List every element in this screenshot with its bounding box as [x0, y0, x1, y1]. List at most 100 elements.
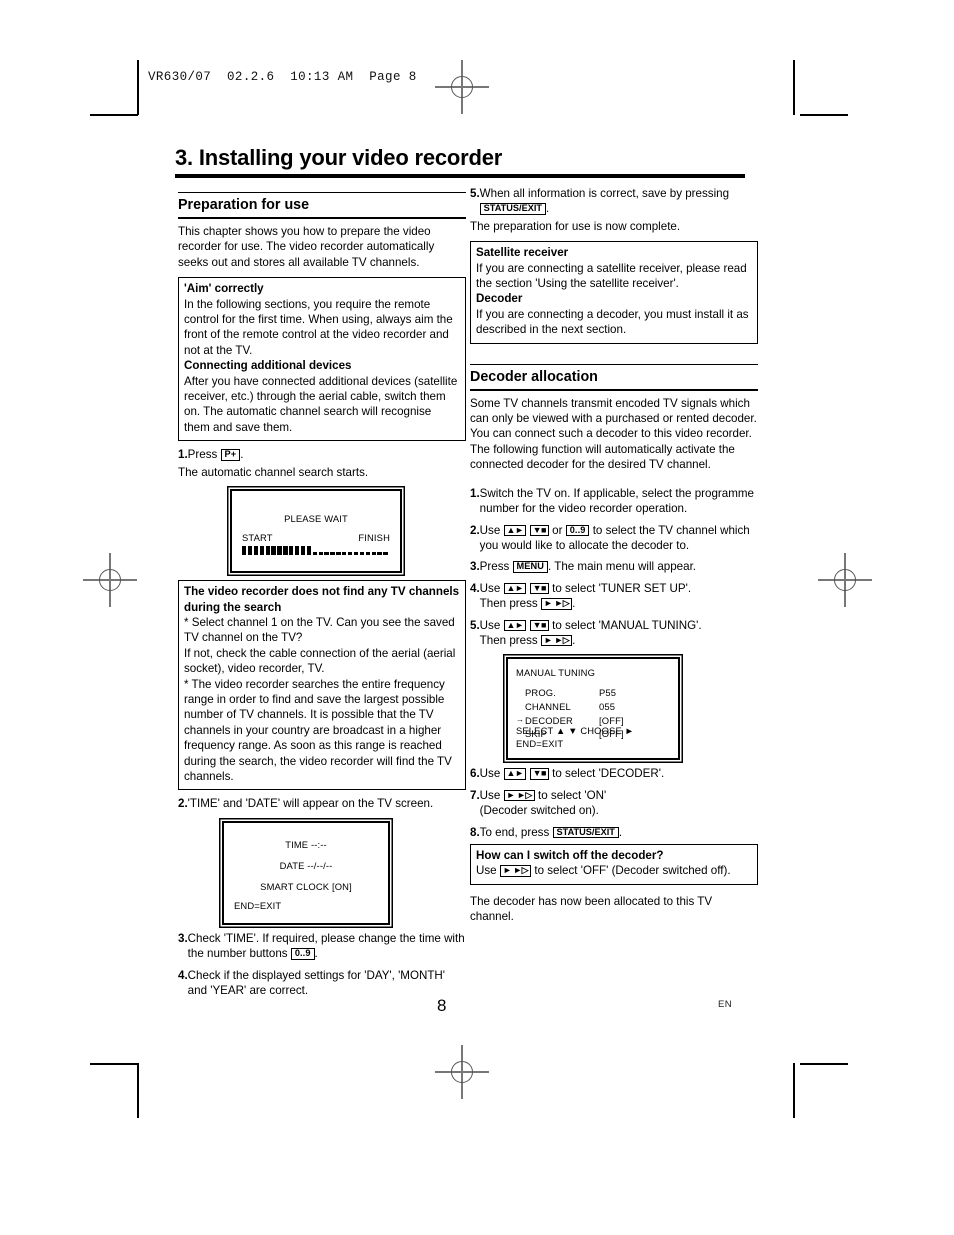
decoder-step-3: 3. Press MENU. The main menu will appear…	[470, 559, 758, 574]
step-number: 5.	[470, 618, 480, 632]
registration-mark-bottom	[435, 1045, 489, 1099]
step-number: 4.	[470, 581, 480, 595]
osd-menu-row[interactable]: PROG. P55	[516, 686, 670, 700]
step-body: When all information is correct, save by…	[479, 186, 758, 217]
decoder-step-5: 5. Use ▲► ▼■ to select 'MANUAL TUNING'. …	[470, 618, 758, 649]
progress-block-empty	[353, 551, 359, 556]
key-status-exit[interactable]: STATUS/EXIT	[479, 203, 547, 216]
step-body: Check 'TIME'. If required, please change…	[188, 931, 466, 962]
step-text-mid: or	[552, 523, 563, 537]
left-step-1: 1. Press P+.	[178, 447, 466, 462]
key-down-stop-icon[interactable]: ▼■	[529, 619, 549, 631]
step-text-mid: to select 'ON'	[538, 788, 607, 802]
key-play-forward-icon[interactable]: ► ►▷	[540, 634, 573, 647]
step-text-tail: .	[314, 947, 318, 961]
section-heading-preparation: Preparation for use	[178, 192, 466, 219]
key-up-right-icon[interactable]: ▲►	[503, 582, 527, 595]
left-step-4: 4. Check if the displayed settings for '…	[178, 968, 466, 999]
tip-text-tail: to select 'OFF' (Decoder switched off).	[534, 864, 731, 878]
step-body: Use ▲► ▼■ to select 'DECODER'.	[480, 766, 758, 781]
left-step-2: 2. 'TIME' and 'DATE' will appear on the …	[178, 796, 466, 811]
osd-time-line: TIME --:--	[285, 838, 327, 850]
osd-row-value: P55	[599, 687, 617, 699]
key-play-forward-icon[interactable]: ► ►▷	[503, 789, 535, 802]
key-number-buttons[interactable]: 0..9	[290, 948, 315, 960]
osd-manual-tuning-title: MANUAL TUNING	[516, 667, 596, 679]
progress-block-filled	[265, 546, 270, 556]
step-number: 8.	[470, 825, 480, 839]
progress-block-empty	[336, 551, 341, 556]
progress-block-empty	[324, 551, 329, 556]
osd-row-marker-icon	[516, 686, 525, 700]
progress-block-empty	[330, 551, 335, 556]
right-column: 5. When all information is correct, save…	[470, 186, 758, 925]
osd-menu-row[interactable]: CHANNEL 055	[516, 700, 670, 714]
step-body: Use ▲► ▼■ to select 'MANUAL TUNING'. The…	[480, 618, 758, 649]
osd-please-wait: PLEASE WAIT	[284, 513, 348, 525]
progress-block-empty	[377, 551, 382, 556]
search-progress-bar	[242, 546, 388, 556]
step-number: 5.	[470, 187, 480, 200]
tip-decoder-heading: Decoder	[476, 292, 523, 306]
osd-screen-time-date: TIME --:-- DATE --/--/-- SMART CLOCK [ON…	[222, 820, 390, 925]
step-text-tail: . The main menu will appear.	[548, 560, 697, 574]
step-text: Use	[479, 788, 501, 802]
progress-block-empty	[365, 551, 370, 556]
step-text: Use	[479, 581, 501, 595]
key-down-stop-icon[interactable]: ▼■	[529, 768, 549, 780]
osd-screen-manual-tuning: MANUAL TUNING PROG. P55 CHANNEL 055 → DECODER…	[506, 657, 680, 761]
step-number: 7.	[470, 788, 480, 802]
osd-row-label: CHANNEL	[525, 700, 571, 712]
key-down-stop-icon[interactable]: ▼■	[529, 582, 549, 595]
progress-block-empty	[348, 551, 353, 556]
crop-mark-top-right-h	[800, 114, 848, 116]
tip-switch-off-heading: How can I switch off the decoder?	[476, 848, 664, 862]
tip-no-channels-body-1: * Select channel 1 on the TV. Can you se…	[184, 615, 455, 645]
registration-mark-left	[83, 553, 137, 607]
progress-block-empty	[342, 551, 347, 556]
key-play-forward-icon[interactable]: ► ►▷	[499, 865, 532, 877]
tip-connecting-body: After you have connected additional devi…	[184, 374, 458, 434]
step-body: 'TIME' and 'DATE' will appear on the TV …	[187, 797, 434, 811]
language-code: EN	[718, 999, 733, 1010]
step-text-tail: .	[546, 202, 550, 216]
page-number: 8	[437, 996, 447, 1015]
progress-block-filled	[253, 546, 259, 556]
key-menu[interactable]: MENU	[512, 561, 548, 573]
progress-block-empty	[318, 551, 323, 556]
crop-mark-bottom-right-h	[800, 1063, 848, 1065]
progress-block-filled	[289, 546, 294, 556]
progress-block-filled	[271, 546, 276, 556]
osd-screen-channel-search: PLEASE WAIT START FINISH	[230, 489, 402, 574]
key-status-exit[interactable]: STATUS/EXIT	[552, 826, 619, 839]
step-text-tail: .	[572, 633, 576, 647]
crop-mark-top-right-v	[793, 60, 795, 115]
key-p-plus[interactable]: P+	[220, 449, 241, 461]
registration-mark-right	[818, 553, 872, 607]
left-step-1-follow: The automatic channel search starts.	[178, 465, 369, 479]
step-number: 3.	[470, 560, 480, 574]
step-text: Press	[187, 448, 218, 462]
step-number: 1.	[470, 486, 480, 500]
step-text: Use	[479, 523, 501, 537]
key-number-buttons[interactable]: 0..9	[565, 524, 590, 537]
step-body: To end, press STATUS/EXIT.	[480, 825, 758, 840]
tip-satellite-heading: Satellite receiver	[476, 246, 569, 260]
key-up-right-icon[interactable]: ▲►	[503, 524, 527, 536]
tip-satellite-body: If you are connecting a satellite receiv…	[476, 261, 747, 291]
crop-mark-top-left-h	[90, 114, 138, 116]
osd-manual-tuning-footer-2: END=EXIT	[516, 737, 564, 749]
step-text-tail: .	[572, 597, 576, 611]
step-text: Press	[479, 560, 510, 574]
decoder-step-6: 6. Use ▲► ▼■ to select 'DECODER'.	[470, 766, 758, 781]
step-body: Press P+.	[188, 447, 466, 462]
step-body: Press MENU. The main menu will appear.	[480, 559, 758, 574]
key-up-right-icon[interactable]: ▲►	[503, 768, 527, 780]
progress-block-filled	[247, 546, 253, 556]
progress-block-filled	[300, 546, 306, 556]
key-up-right-icon[interactable]: ▲►	[503, 619, 527, 631]
key-play-forward-icon[interactable]: ► ►▷	[540, 598, 573, 610]
progress-block-empty	[359, 551, 365, 556]
key-down-stop-icon[interactable]: ▼■	[529, 524, 549, 536]
page-title: 3. Installing your video recorder	[175, 145, 503, 170]
